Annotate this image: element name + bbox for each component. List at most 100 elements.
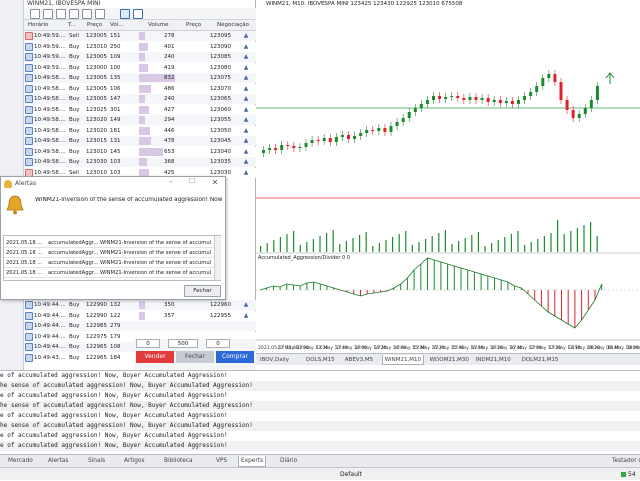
minimize-icon[interactable]: –: [169, 177, 173, 186]
spin-volume[interactable]: 500: [168, 339, 198, 348]
chevron-up-icon[interactable]: ▲: [242, 84, 250, 94]
table-row[interactable]: 10:49:58.... Buy 123010 145 653 123040 ▲: [24, 146, 256, 157]
toolbox-tab[interactable]: Sinais: [86, 456, 107, 467]
chart-tab[interactable]: WINM21,M10: [381, 355, 425, 365]
toolbar-button-1[interactable]: [30, 9, 40, 19]
chevron-up-icon[interactable]: ▲: [242, 168, 250, 178]
volume-bar: [306, 242, 308, 252]
table-row[interactable]: 10:49:58.... Buy 123005 147 240 123065 ▲: [24, 94, 256, 104]
tester-label[interactable]: Testador d: [610, 456, 640, 467]
buy-trade-icon: [25, 332, 33, 341]
volume-bar: [537, 239, 539, 252]
volume-bar: [139, 158, 147, 166]
table-row[interactable]: 10:49:59.... Buy 123005 109 240 123085 ▲: [24, 52, 256, 62]
toolbox-tab[interactable]: Mercado: [6, 456, 35, 467]
table-row[interactable]: 10:49:59.... Buy 123010 250 401 123090 ▲: [24, 41, 256, 52]
volume-bar: [543, 236, 545, 252]
chart-tab[interactable]: DOLS,M15: [304, 355, 337, 365]
cell-price: 122990: [86, 302, 107, 308]
table-row[interactable]: 10:49:58.... Buy 123025 301 427 123060 ▲: [24, 104, 256, 115]
chart-tab[interactable]: IBOV,Daily: [258, 355, 291, 365]
chevron-up-icon[interactable]: ▲: [242, 136, 250, 146]
volume-bar: [139, 105, 149, 114]
buy-button[interactable]: Comprar: [216, 351, 254, 363]
table-row[interactable]: 10:49:58.... Buy 123005 135 832 123075 ▲: [24, 73, 256, 83]
close-position-button[interactable]: Fechar: [176, 351, 214, 363]
table-row[interactable]: 10:49:59.... Sell 123005 151 278 123095 ▲: [24, 31, 256, 41]
chevron-up-icon[interactable]: ▲: [242, 126, 250, 136]
sell-button[interactable]: Vender: [136, 351, 174, 363]
chevron-up-icon[interactable]: ▲: [242, 157, 250, 167]
table-row[interactable]: 10:49:58.... Buy 123005 106 486 123070 ▲: [24, 83, 256, 94]
toolbar-button-2[interactable]: [43, 9, 53, 19]
table-row[interactable]: 10:49:58.... Buy 123020 149 294 123055 ▲: [24, 115, 256, 125]
table-row[interactable]: 10:49:58.... Buy 123030 103 368 123035 ▲: [24, 157, 256, 167]
table-row[interactable]: 10:49:59.... Buy 123000 100 419 123080 ▲: [24, 62, 256, 73]
buy-trade-icon: [25, 84, 33, 93]
volume-bar: [596, 236, 598, 252]
alert-scrollbar[interactable]: [214, 236, 221, 280]
log-line: e of accumulated aggression! Now, Buyer …: [0, 392, 228, 399]
chevron-up-icon[interactable]: ▲: [242, 52, 250, 62]
toolbar-button-4[interactable]: [69, 9, 79, 19]
spin-left[interactable]: 0: [136, 339, 160, 348]
alert-row[interactable]: 2021.05.18 ... accumulatedAggr... WINM21-I…: [4, 238, 214, 248]
toolbar-button-5[interactable]: [82, 9, 92, 19]
cell-price2: 123045: [210, 138, 231, 144]
price-chart[interactable]: 2021.05.17 12:40 17 May 13:00 17 May 13:20…: [256, 0, 640, 353]
volume-bar: [139, 301, 145, 309]
dialog-title: Alertas: [15, 180, 37, 187]
chart-tab[interactable]: ABEV3,M5: [343, 355, 375, 365]
chevron-up-icon[interactable]: ▲: [242, 73, 250, 83]
cell-vol: 145: [110, 148, 121, 155]
chart-tab[interactable]: WDOM21,M30: [428, 355, 471, 365]
log-line: e of accumulated aggression! Now, Buyer …: [0, 372, 228, 379]
toolbox-tab[interactable]: Experts: [238, 456, 267, 467]
chart-tab[interactable]: DOLM21,M15: [520, 355, 561, 365]
table-row[interactable]: 10:49:58.... Buy 123015 131 478 123045 ▲: [24, 136, 256, 146]
table-row[interactable]: 10:49:44.... Buy 122990 132 350 122960 ▲: [24, 300, 256, 310]
toolbar-button-3[interactable]: [56, 9, 66, 19]
toolbox-tab[interactable]: Biblioteca: [162, 456, 195, 467]
cell-vol: 122: [110, 312, 121, 319]
alert-row[interactable]: 2021.05.18 ... accumulatedAggr... WINM21-I…: [4, 258, 214, 268]
cell-volume: 357: [164, 312, 175, 319]
toolbox-tab[interactable]: Artigos: [122, 456, 146, 467]
toolbox-tab[interactable]: VPS: [214, 456, 229, 467]
candle-body: [523, 96, 527, 100]
chevron-up-icon[interactable]: ▲: [242, 147, 250, 157]
alert-row[interactable]: 2021.05.18 ... accumulatedAggr... WINM21-I…: [4, 248, 214, 258]
candle-body: [383, 128, 387, 132]
toolbox-tab[interactable]: Alertas: [46, 456, 70, 467]
chevron-up-icon[interactable]: ▲: [242, 94, 250, 104]
volume-bar: [418, 242, 420, 252]
log-line: he sense of accumulated aggression! Now,…: [0, 381, 640, 391]
cell-vol: 108: [110, 344, 121, 350]
toolbar-button-6[interactable]: [95, 9, 105, 19]
chevron-up-icon[interactable]: ▲: [242, 115, 250, 125]
chevron-up-icon[interactable]: ▲: [242, 31, 250, 41]
volume-bar: [345, 241, 347, 252]
table-row[interactable]: 10:49:58.... Buy 123020 181 446 123050 ▲: [24, 125, 256, 136]
table-row[interactable]: 10:49:44.... Buy 122990 122 357 122955 ▲: [24, 310, 256, 321]
filter-icon[interactable]: [133, 9, 143, 19]
chevron-up-icon[interactable]: ▲: [242, 311, 250, 321]
spin-right[interactable]: 0: [206, 339, 230, 348]
chevron-up-icon[interactable]: ▲: [242, 63, 250, 73]
chart-tab[interactable]: INDM21,M10: [474, 355, 513, 365]
volume-bar: [139, 32, 145, 40]
close-icon[interactable]: ✕: [210, 178, 220, 187]
status-profile: Default: [340, 471, 362, 478]
cell-price: 123020: [86, 127, 107, 134]
volume-bar: [326, 233, 328, 252]
toolbox-tab[interactable]: Diário: [278, 456, 299, 467]
table-row[interactable]: 10:49:44.... Buy 122985 279: [24, 321, 256, 331]
alert-row[interactable]: 2021.05.18 ... accumulatedAggr... WINM21-I…: [4, 268, 214, 278]
chevron-up-icon[interactable]: ▲: [242, 105, 250, 115]
paint-icon[interactable]: [120, 9, 130, 19]
maximize-icon[interactable]: ☐: [189, 177, 195, 185]
chevron-up-icon[interactable]: ▲: [242, 300, 250, 310]
close-button[interactable]: Fechar: [184, 285, 221, 297]
toolbox-tab-bar: Mercado Alertas Sinais Artigos Biblioteca VPS…: [0, 454, 640, 467]
chevron-up-icon[interactable]: ▲: [242, 42, 250, 52]
